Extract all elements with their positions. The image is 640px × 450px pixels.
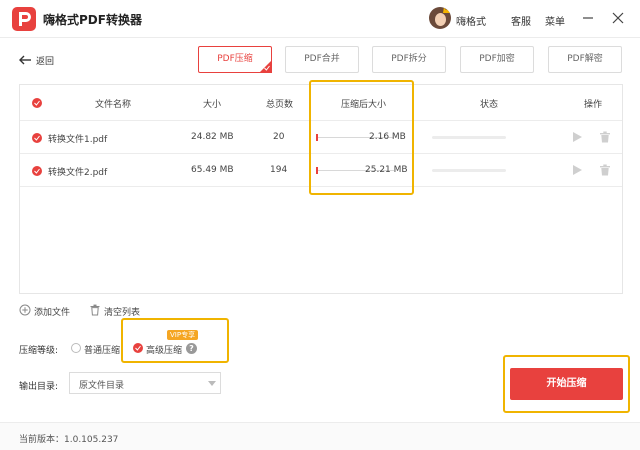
app-title: 嗨格式PDF转换器 (43, 13, 142, 27)
status-progress-bar (432, 169, 506, 172)
add-file-button[interactable]: 添加文件 (19, 304, 79, 318)
tab-pdf-merge[interactable]: PDF合并 (285, 46, 359, 73)
row-checkbox[interactable] (32, 166, 42, 176)
avatar[interactable] (429, 7, 451, 29)
chevron-down-icon (208, 381, 216, 386)
radio-normal-compress[interactable]: 普通压缩 (71, 343, 121, 356)
tab-pdf-compress[interactable]: PDF压缩 (198, 46, 272, 73)
trash-icon[interactable] (599, 164, 611, 176)
play-icon[interactable] (571, 131, 583, 143)
tab-label: PDF压缩 (217, 54, 253, 64)
back-button[interactable]: 返回 (18, 53, 54, 67)
page-count: 20 (273, 132, 285, 142)
menu-link[interactable]: 菜单 (545, 13, 565, 28)
tab-pdf-decrypt[interactable]: PDF解密 (548, 46, 622, 73)
crown-icon (443, 7, 451, 13)
file-name: 转换文件2.pdf (48, 168, 108, 178)
clear-list-label: 清空列表 (104, 308, 141, 318)
compressed-size-highlight (309, 80, 414, 195)
column-header-actions: 操作 (584, 100, 603, 110)
output-dir-select[interactable]: 原文件目录 (69, 372, 221, 394)
file-name: 转换文件1.pdf (48, 135, 108, 145)
check-icon (264, 65, 270, 71)
advanced-compress-highlight (121, 318, 229, 363)
select-all-checkbox[interactable] (32, 98, 42, 108)
page-count: 194 (270, 165, 288, 175)
clear-list-button[interactable]: 清空列表 (89, 304, 149, 318)
arrow-left-icon (19, 55, 31, 65)
back-label: 返回 (36, 57, 55, 67)
trash-icon[interactable] (599, 131, 611, 143)
tab-pdf-split[interactable]: PDF拆分 (372, 46, 446, 73)
tab-label: PDF合并 (304, 54, 340, 64)
file-size: 24.82 MB (191, 132, 234, 142)
row-checkbox[interactable] (32, 133, 42, 143)
column-header-pages: 总页数 (266, 100, 294, 110)
app-logo-icon (12, 7, 36, 31)
compression-level-label: 压缩等级: (19, 346, 59, 356)
service-link[interactable]: 客服 (511, 13, 531, 28)
column-header-status: 状态 (480, 100, 499, 110)
minimize-icon[interactable] (578, 8, 598, 28)
trash-icon (90, 304, 100, 316)
column-header-name: 文件名称 (95, 100, 132, 110)
column-header-size: 大小 (203, 100, 222, 110)
user-name[interactable]: 嗨格式 (456, 13, 486, 28)
tab-pdf-encrypt[interactable]: PDF加密 (460, 46, 534, 73)
tab-label: PDF解密 (567, 54, 603, 64)
play-icon[interactable] (571, 164, 583, 176)
status-progress-bar (432, 136, 506, 139)
radio-label: 普通压缩 (84, 346, 121, 356)
file-size: 65.49 MB (191, 165, 234, 175)
start-button-highlight (503, 355, 630, 413)
output-dir-value: 原文件目录 (79, 381, 125, 391)
output-dir-label: 输出目录: (19, 382, 59, 392)
tab-label: PDF拆分 (391, 54, 427, 64)
title-bar: 嗨格式PDF转换器 嗨格式 客服 菜单 (0, 0, 640, 38)
radio-dot (71, 343, 81, 353)
add-file-label: 添加文件 (34, 308, 71, 318)
plus-circle-icon (19, 304, 31, 316)
status-bar: 当前版本：1.0.105.237 (0, 422, 640, 450)
tab-label: PDF加密 (479, 54, 515, 64)
close-icon[interactable] (608, 8, 628, 28)
version-label: 当前版本：1.0.105.237 (19, 435, 119, 445)
